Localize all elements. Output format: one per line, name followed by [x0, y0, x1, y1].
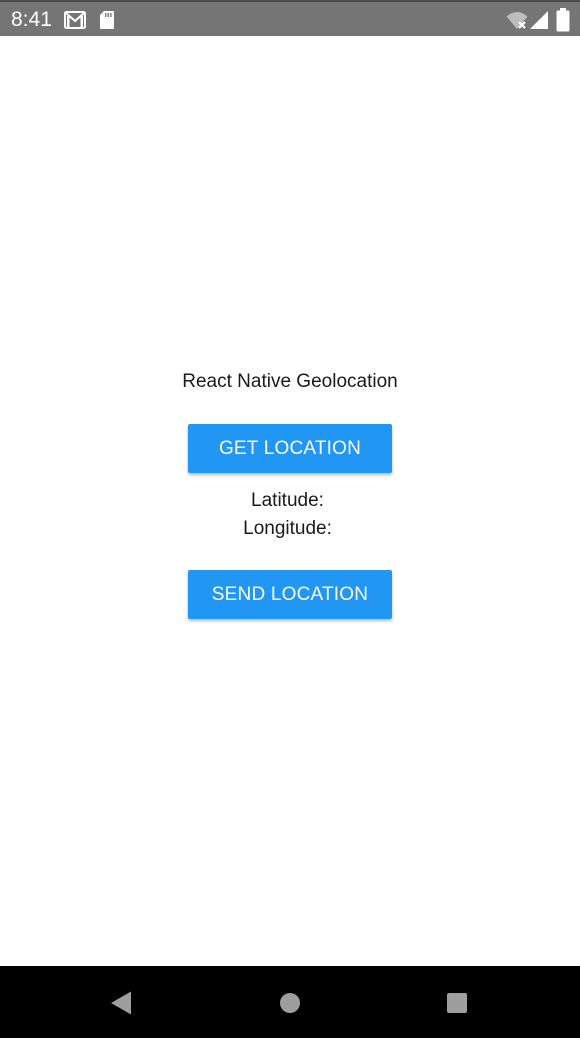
- status-bar: 8:41: [0, 0, 580, 36]
- wifi-no-internet-icon: [506, 12, 528, 29]
- app-screen: 8:41 React Native Geolocation GET LOCATI…: [0, 0, 580, 1038]
- longitude-row: Longitude:: [0, 515, 580, 543]
- sd-card-icon: [100, 11, 114, 29]
- send-location-button[interactable]: SEND LOCATION: [188, 570, 392, 619]
- back-icon[interactable]: [107, 988, 137, 1018]
- battery-icon: [556, 8, 570, 32]
- navigation-bar: [0, 966, 580, 1038]
- latitude-label: Latitude:: [251, 490, 324, 511]
- home-icon[interactable]: [275, 988, 305, 1018]
- latitude-row: Latitude:: [0, 487, 580, 515]
- page-title: React Native Geolocation: [182, 371, 398, 392]
- status-time: 8:41: [11, 8, 52, 31]
- longitude-label: Longitude:: [243, 518, 332, 539]
- cell-signal-icon: [530, 11, 548, 29]
- get-location-button[interactable]: GET LOCATION: [188, 424, 392, 473]
- gmail-icon: [64, 11, 86, 29]
- recents-icon[interactable]: [442, 988, 472, 1018]
- main-content: React Native Geolocation GET LOCATION La…: [0, 36, 580, 966]
